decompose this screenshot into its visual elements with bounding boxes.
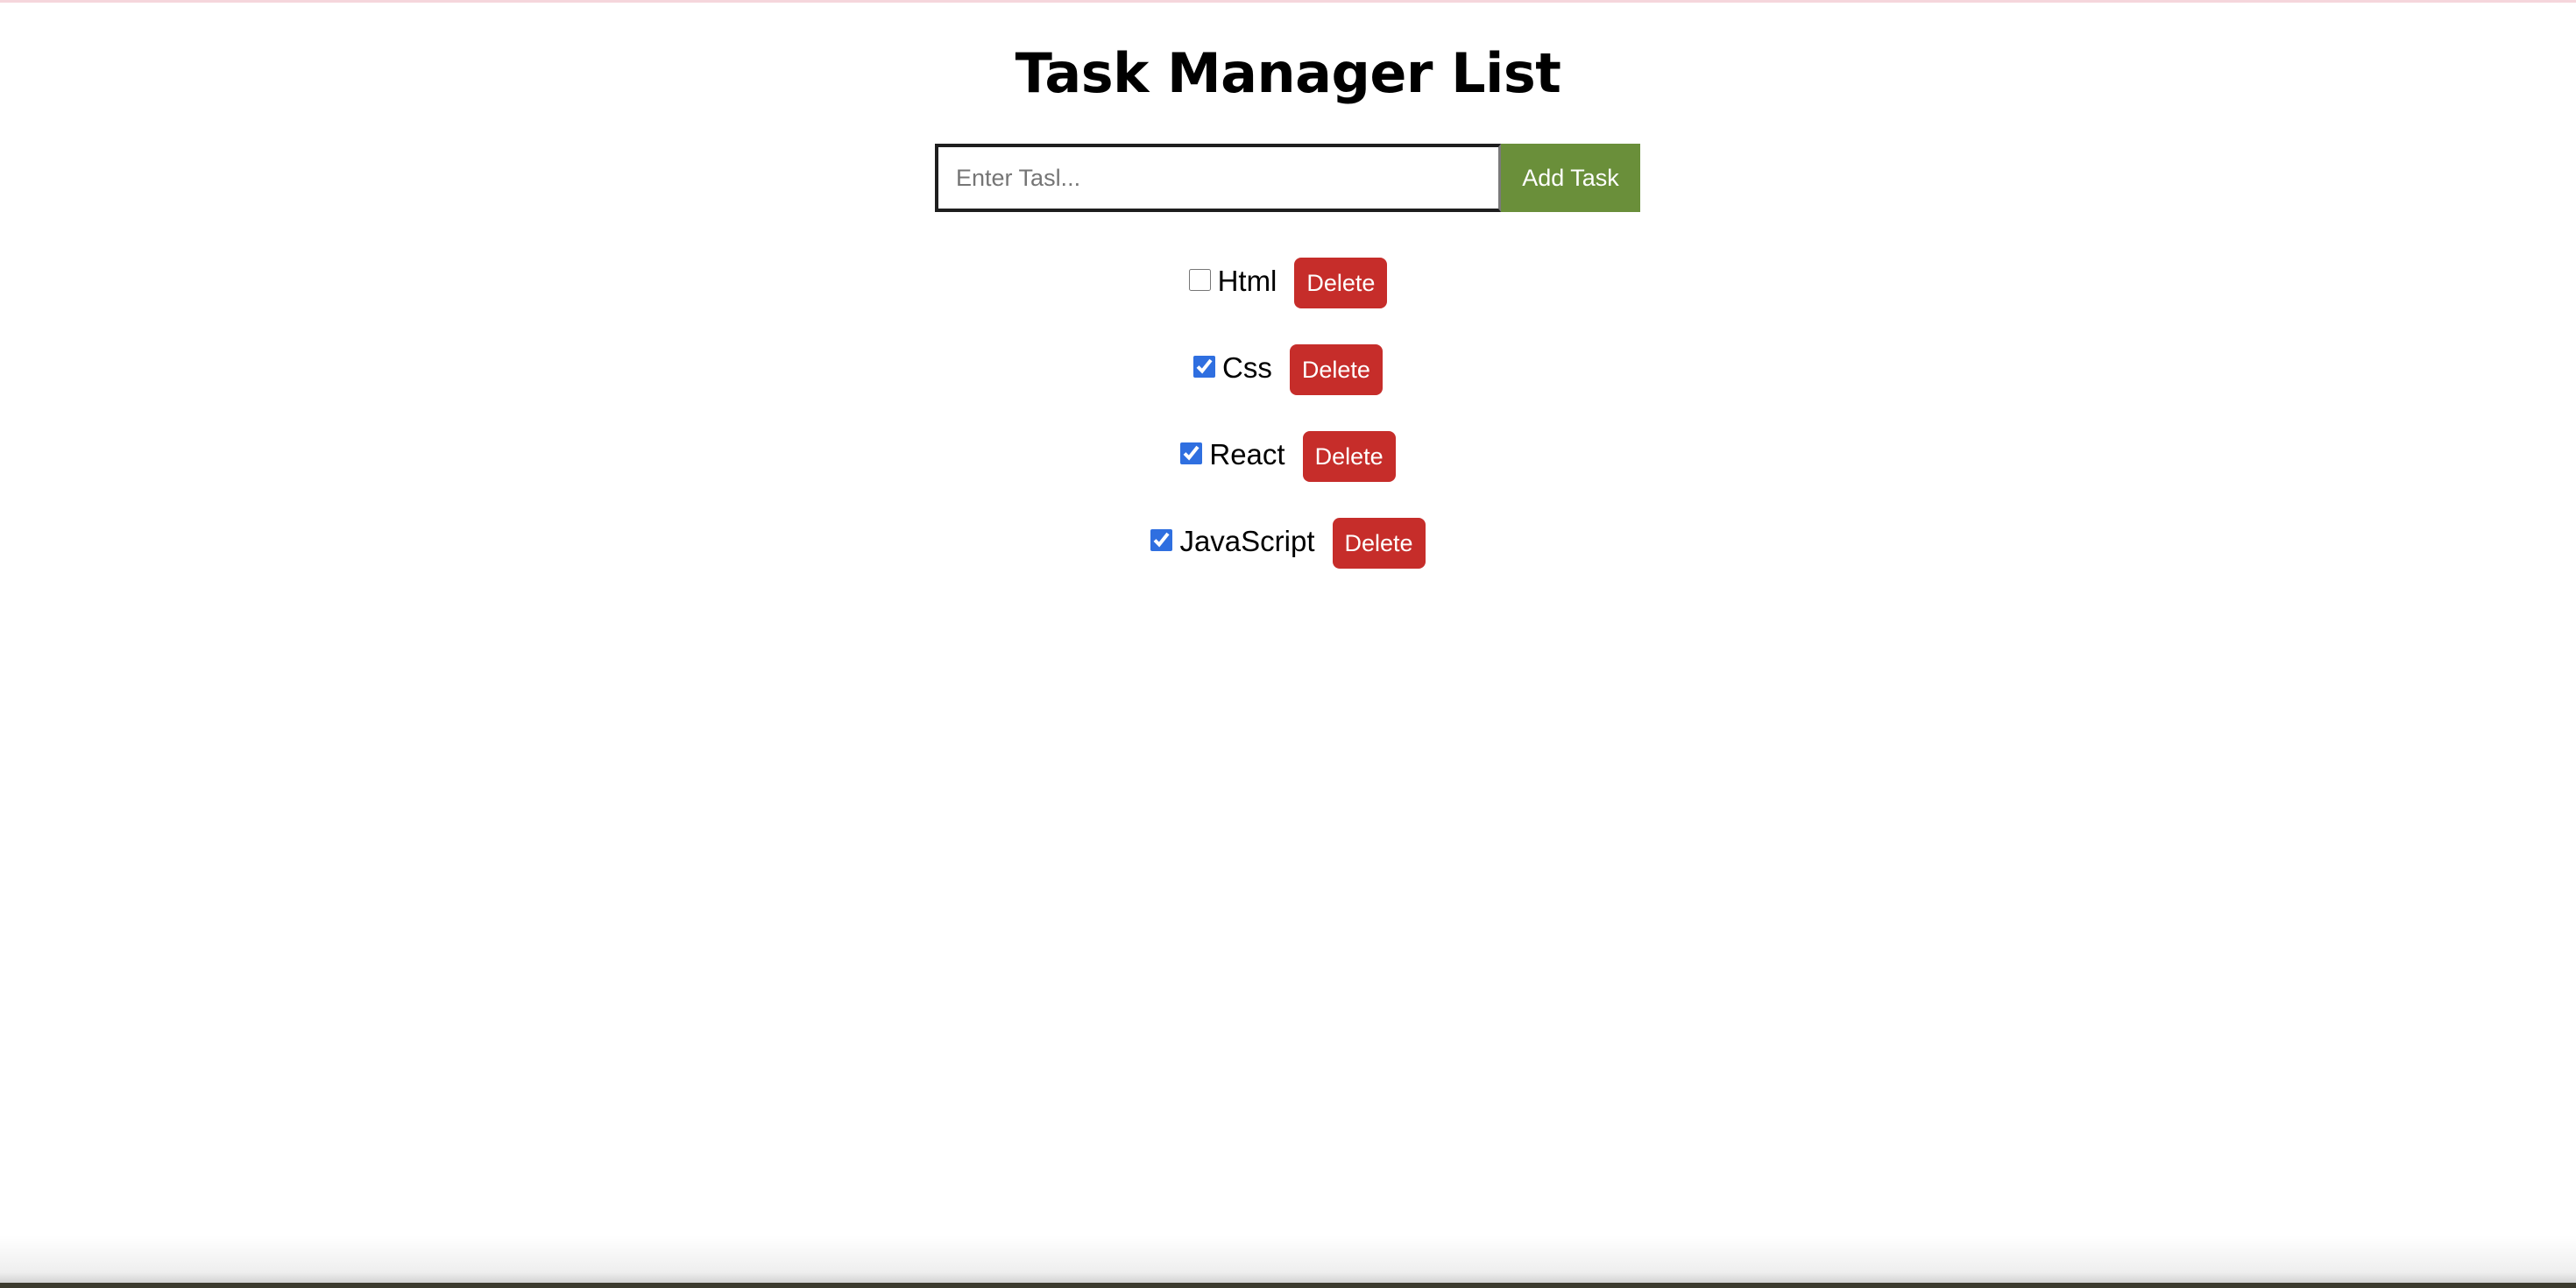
task-list: Html Delete Css Delete React Delete Java… xyxy=(0,257,2576,604)
task-input[interactable] xyxy=(935,144,1501,212)
task-item-css: Css Delete xyxy=(0,343,2576,396)
task-label: React xyxy=(1209,438,1285,471)
page-title: Task Manager List xyxy=(1015,41,1561,105)
window-bottom-shadow xyxy=(0,1235,2576,1288)
desktop-background-strip xyxy=(0,1283,2576,1288)
delete-button[interactable]: Delete xyxy=(1302,431,1396,482)
task-item-javascript: JavaScript Delete xyxy=(0,517,2576,570)
task-label: JavaScript xyxy=(1179,525,1315,557)
delete-button[interactable]: Delete xyxy=(1332,518,1426,569)
task-checkbox[interactable] xyxy=(1193,355,1216,378)
task-checkbox[interactable] xyxy=(1188,268,1211,291)
add-task-button[interactable]: Add Task xyxy=(1501,144,1640,212)
delete-button[interactable]: Delete xyxy=(1289,344,1383,395)
task-checkbox[interactable] xyxy=(1150,528,1173,551)
add-task-form: Add Task xyxy=(935,144,1640,212)
task-item-html: Html Delete xyxy=(0,257,2576,309)
task-label: Html xyxy=(1217,265,1277,297)
task-label: Css xyxy=(1222,351,1272,384)
task-item-react: React Delete xyxy=(0,430,2576,483)
delete-button[interactable]: Delete xyxy=(1294,258,1388,308)
task-checkbox[interactable] xyxy=(1180,442,1203,464)
window-top-edge xyxy=(0,0,2576,3)
